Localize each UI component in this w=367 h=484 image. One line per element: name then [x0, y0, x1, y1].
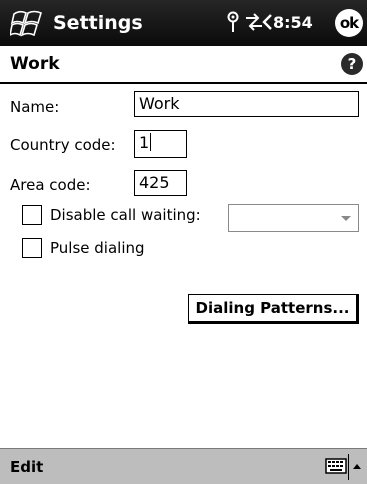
antenna-icon[interactable]	[226, 11, 240, 33]
page-title: Work	[10, 54, 60, 74]
call-waiting-dropdown[interactable]	[228, 204, 359, 232]
country-code-value: 1	[139, 133, 150, 152]
area-code-label: Area code:	[10, 176, 91, 194]
name-value: Work	[139, 94, 180, 113]
area-code-field[interactable]: 425	[134, 170, 187, 196]
title-bar: Settings 8:54 ok	[0, 0, 367, 46]
chevron-down-icon	[341, 216, 351, 221]
edit-menu[interactable]: Edit	[10, 458, 43, 476]
start-flag-icon[interactable]	[10, 8, 44, 38]
text-caret	[150, 133, 152, 151]
page-header: Work ?	[0, 46, 367, 84]
clock[interactable]: 8:54	[273, 13, 313, 32]
help-icon[interactable]: ?	[341, 53, 363, 75]
menu-bar: Edit	[0, 448, 367, 484]
name-field[interactable]: Work	[134, 91, 359, 117]
area-code-value: 425	[139, 173, 170, 192]
country-code-field[interactable]: 1	[134, 130, 187, 158]
disable-call-waiting-label[interactable]: Disable call waiting:	[50, 206, 201, 224]
speaker-icon[interactable]	[262, 11, 272, 33]
chevron-up-icon[interactable]	[351, 460, 363, 472]
connectivity-icon[interactable]	[244, 11, 264, 33]
pulse-dialing-label[interactable]: Pulse dialing	[50, 239, 145, 257]
pulse-dialing-checkbox[interactable]	[22, 238, 42, 258]
keyboard-icon[interactable]	[325, 458, 347, 474]
sip-divider	[348, 454, 349, 480]
country-code-label: Country code:	[10, 136, 116, 154]
dialing-patterns-button[interactable]: Dialing Patterns...	[188, 294, 359, 324]
disable-call-waiting-checkbox[interactable]	[22, 205, 42, 225]
name-label: Name:	[10, 98, 60, 116]
app-title: Settings	[53, 12, 143, 34]
ok-button[interactable]: ok	[335, 9, 363, 37]
